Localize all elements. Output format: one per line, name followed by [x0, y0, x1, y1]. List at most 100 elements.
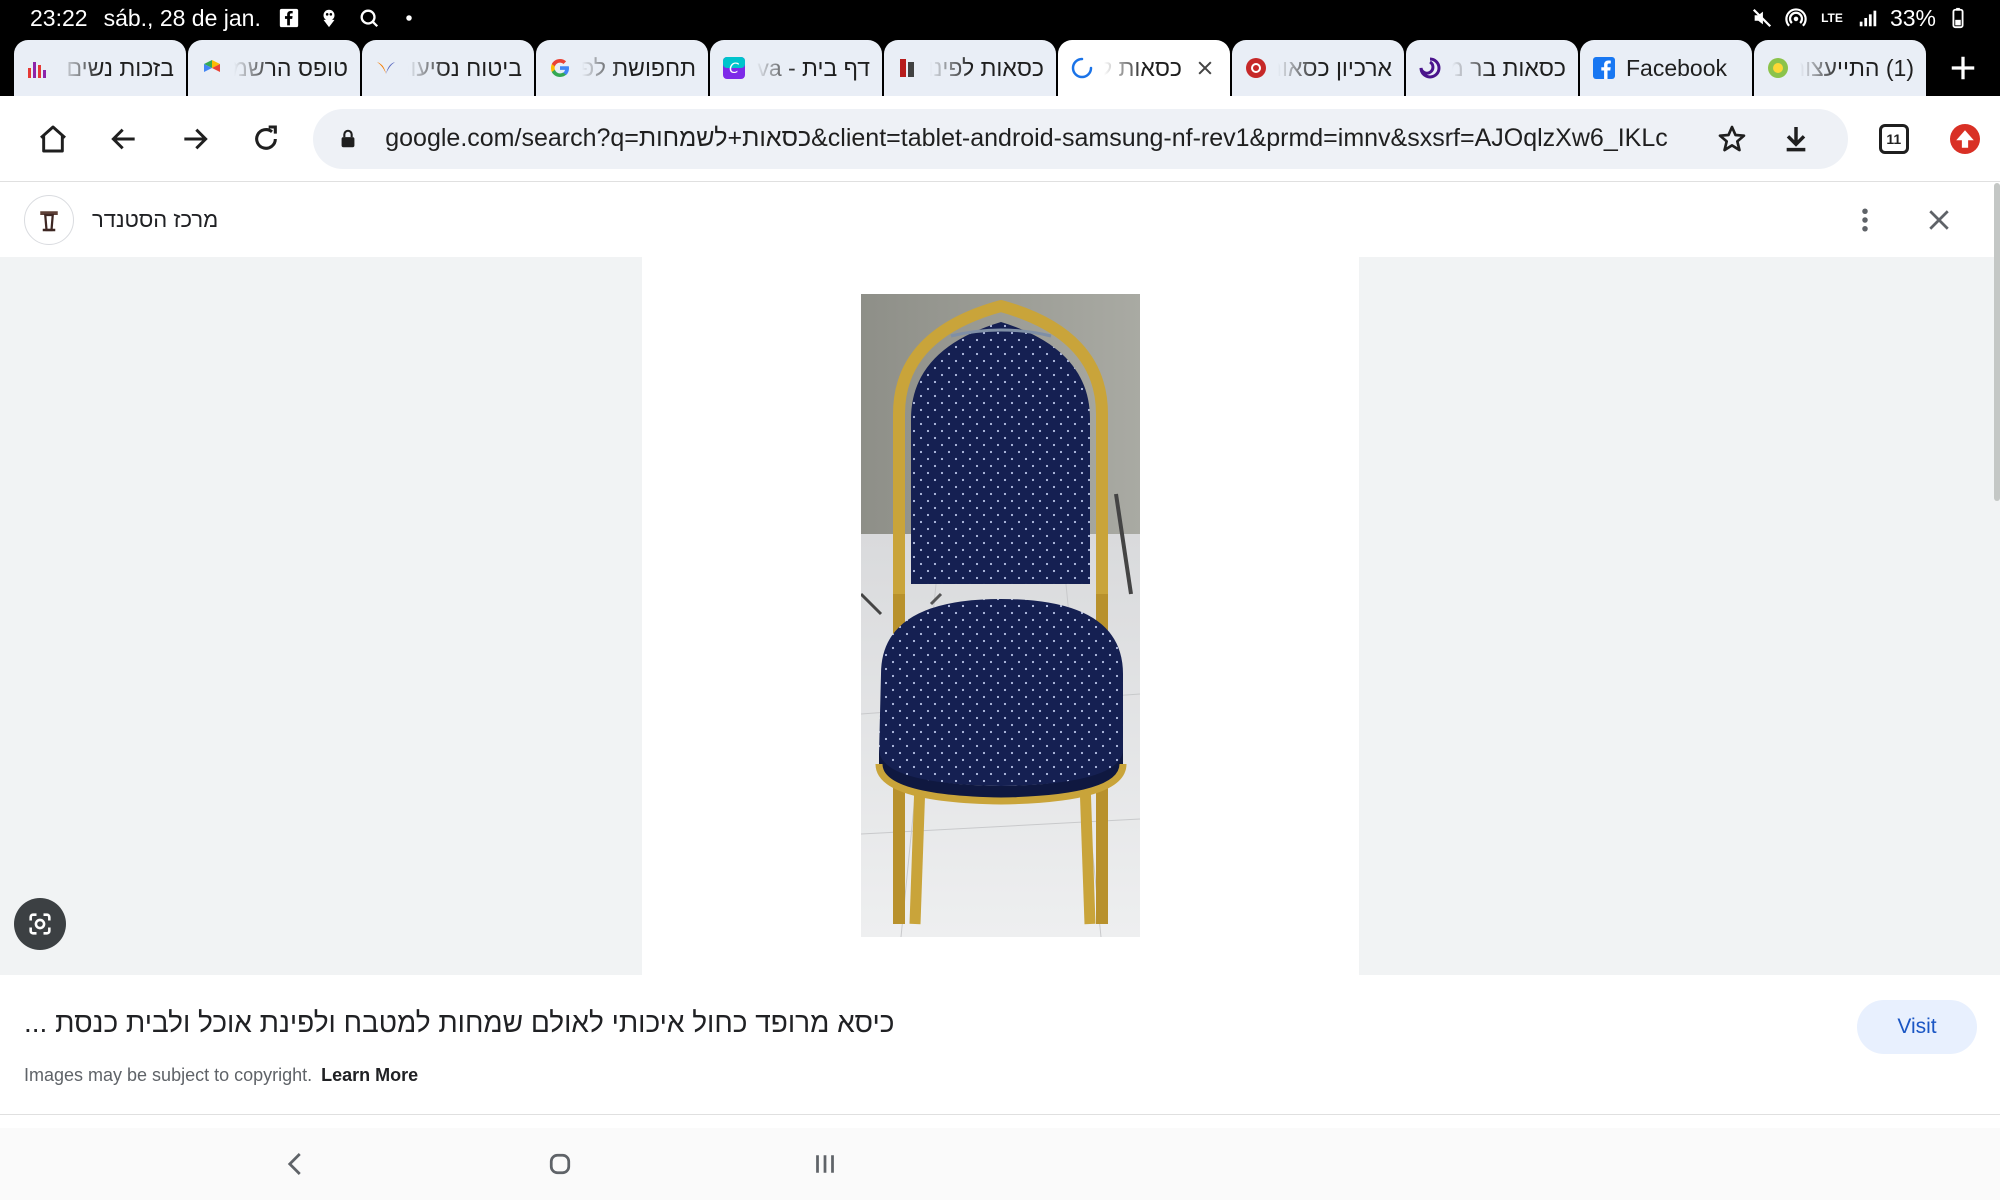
tab-title: כסאות בר מ	[1452, 54, 1566, 81]
tab-5[interactable]: כסאות לפינות	[884, 40, 1056, 96]
tab-title: דף בית - Canva	[756, 54, 870, 81]
loading-spinner-icon	[1070, 56, 1094, 80]
battery-percent: 33%	[1889, 4, 1936, 31]
bar-chart-icon	[26, 56, 50, 80]
hotspot-icon	[1784, 6, 1808, 30]
forward-button[interactable]	[160, 103, 231, 175]
tab-title: כסאות לפינות	[930, 54, 1044, 81]
status-bar: 23:22 sáb., 28 de jan. LTE 33%	[0, 0, 2000, 36]
source-name[interactable]: מרכז הסטנדר	[92, 207, 218, 233]
lte-icon: LTE	[1818, 6, 1846, 30]
status-date: sáb., 28 de jan.	[103, 4, 261, 31]
tab-7[interactable]: ארכיון כסאות	[1232, 40, 1404, 96]
system-recents-button[interactable]	[795, 1136, 855, 1192]
tab-title: בזכות נשים	[66, 54, 174, 81]
home-icon	[40, 125, 67, 152]
bird-logo-icon	[374, 56, 398, 80]
tab-1[interactable]: טופס הרשמה	[188, 40, 360, 96]
star-icon	[1718, 125, 1746, 151]
image-viewer	[0, 257, 2000, 975]
colorful-logo-icon	[200, 56, 224, 80]
chevron-left-icon	[287, 1153, 301, 1175]
learn-more-link[interactable]: Learn More	[321, 1065, 418, 1085]
download-button[interactable]	[1764, 111, 1828, 167]
svg-text:C: C	[729, 61, 739, 77]
tab-0[interactable]: בזכות נשים	[14, 40, 186, 96]
page-scrollbar[interactable]	[1994, 183, 2000, 501]
address-bar[interactable]: google.com/search?q=כסאות+לשמחות&client=…	[313, 108, 1849, 169]
canva-icon: C	[722, 56, 746, 80]
tab-8[interactable]: כסאות בר מ	[1406, 40, 1578, 96]
tab-title: כסאות לשמחות	[1104, 54, 1182, 81]
home-button[interactable]	[18, 103, 89, 175]
url-text[interactable]: google.com/search?q=כסאות+לשמחות&client=…	[385, 124, 1700, 153]
lens-search-button[interactable]	[14, 898, 66, 950]
more-notifications-dot-icon	[397, 6, 421, 30]
search-app-notification-icon	[357, 6, 381, 30]
tab-4[interactable]: C דף בית - Canva	[710, 40, 882, 96]
facebook-icon	[1592, 56, 1616, 80]
download-icon	[1786, 126, 1806, 151]
browser-toolbar: google.com/search?q=כסאות+לשמחות&client=…	[0, 96, 2000, 182]
image-frame	[642, 257, 1359, 975]
tab-9[interactable]: Facebook	[1580, 40, 1752, 96]
chair-logo-icon	[896, 56, 920, 80]
visit-button[interactable]: Visit	[1857, 1000, 1977, 1054]
app-notification-icon	[317, 6, 341, 30]
tab-3[interactable]: תחפושת לפורים	[536, 40, 708, 96]
update-arrow-icon	[1949, 123, 1980, 154]
more-options-button[interactable]	[1840, 195, 1890, 245]
signal-icon	[1856, 6, 1880, 30]
chair-image	[861, 294, 1140, 937]
chair-photo[interactable]	[861, 294, 1140, 937]
reload-button[interactable]	[230, 103, 301, 175]
image-details: כיסא מרופד כחול איכותי לאולם שמחות למטבח…	[0, 975, 2000, 1115]
copyright-notice: Images may be subject to copyright. Lear…	[24, 1065, 418, 1086]
source-logo-icon[interactable]	[24, 195, 74, 245]
tab-title: טופס הרשמה	[234, 54, 348, 81]
reload-icon	[255, 124, 277, 150]
tab-count: 11	[1878, 123, 1909, 154]
tab-title: (1) התייעצות	[1800, 54, 1914, 81]
tab-title: ביטוח נסיעות	[408, 54, 522, 81]
network-label: LTE	[1821, 11, 1843, 25]
tab-switcher-button[interactable]: 11	[1858, 103, 1929, 175]
status-time: 23:22	[30, 4, 88, 31]
bookmark-button[interactable]	[1700, 111, 1764, 167]
tab-title: Facebook	[1626, 54, 1728, 81]
google-icon	[548, 56, 572, 80]
tab-10[interactable]: (1) התייעצות	[1754, 40, 1926, 96]
arrow-left-icon	[111, 128, 135, 149]
vertical-dots-icon	[1862, 208, 1868, 232]
image-source-header: מרכז הסטנדר	[0, 183, 2000, 257]
green-logo-icon	[1766, 56, 1790, 80]
lens-icon	[29, 913, 51, 935]
system-navigation-bar	[0, 1128, 2000, 1200]
close-icon	[1929, 210, 1949, 230]
back-button[interactable]	[89, 103, 160, 175]
tab-strip: בזכות נשים טופס הרשמה ביטוח נסיעות תחפוש…	[0, 36, 2000, 96]
update-menu-button[interactable]	[1929, 103, 2000, 175]
tab-title: ארכיון כסאות	[1278, 54, 1392, 81]
new-tab-button[interactable]	[1928, 40, 1998, 96]
plus-icon	[1951, 56, 1975, 80]
facebook-notification-icon	[277, 6, 301, 30]
close-viewer-button[interactable]	[1914, 195, 1964, 245]
red-circle-icon	[1244, 56, 1268, 80]
system-home-button[interactable]	[530, 1136, 590, 1192]
arrow-right-icon	[184, 128, 208, 149]
close-tab-icon[interactable]	[1192, 55, 1218, 81]
recents-icon	[816, 1155, 834, 1173]
tab-6-active[interactable]: כסאות לשמחות	[1058, 40, 1230, 96]
home-circle-icon	[549, 1153, 571, 1175]
image-title[interactable]: כיסא מרופד כחול איכותי לאולם שמחות למטבח…	[24, 1007, 894, 1039]
tab-2[interactable]: ביטוח נסיעות	[362, 40, 534, 96]
mute-icon	[1750, 6, 1774, 30]
copyright-text: Images may be subject to copyright.	[24, 1065, 313, 1085]
lock-icon[interactable]	[333, 124, 363, 154]
tab-title: תחפושת לפורים	[582, 54, 696, 81]
swirl-logo-icon	[1418, 56, 1442, 80]
system-back-button[interactable]	[266, 1136, 326, 1192]
screen: 23:22 sáb., 28 de jan. LTE 33% בזכות נשי…	[0, 0, 2000, 1200]
battery-icon	[1946, 6, 1970, 30]
